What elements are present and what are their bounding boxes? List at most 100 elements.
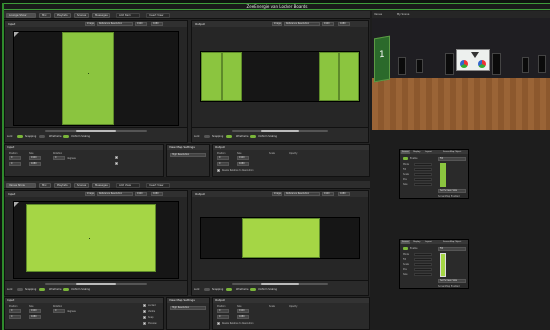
tab-screen[interactable]: Screen: [401, 240, 410, 244]
corner-handle-icon[interactable]: [14, 32, 19, 37]
tab-lounge-show[interactable]: Lounge Show: [6, 12, 36, 18]
tab-venue-show[interactable]: Venue Show: [6, 182, 36, 188]
fill-field[interactable]: [414, 258, 432, 261]
resolution-height-input[interactable]: 1080: [151, 22, 163, 26]
mode-field[interactable]: [414, 163, 432, 166]
position-field[interactable]: [414, 178, 432, 181]
width-input[interactable]: 1920: [237, 309, 249, 313]
rotation-input[interactable]: 0: [53, 156, 65, 160]
wireframe-toggle[interactable]: [63, 288, 69, 291]
scrollbar-thumb[interactable]: [260, 283, 300, 285]
lock-toggle[interactable]: [204, 288, 210, 291]
resolution-height-input[interactable]: 1080: [151, 192, 163, 196]
scrollbar-thumb[interactable]: [75, 130, 117, 132]
resolution-width-input[interactable]: 1920: [322, 22, 334, 26]
resize-checkbox[interactable]: [217, 169, 220, 172]
add-view-button[interactable]: Add View: [116, 182, 140, 188]
width-input[interactable]: 1920: [29, 156, 41, 160]
enable-switch[interactable]: [403, 157, 408, 160]
tab-scenes[interactable]: Scenes: [74, 182, 89, 188]
tab-messages[interactable]: Messages: [92, 12, 110, 18]
tab-playlists[interactable]: Playlists: [54, 182, 71, 188]
tab-mix[interactable]: Mix: [39, 12, 51, 18]
snapping-toggle[interactable]: [39, 135, 45, 138]
image-button[interactable]: Image: [272, 22, 282, 26]
resolution-height-input[interactable]: 1080: [338, 192, 350, 196]
position-y-input[interactable]: 0: [217, 162, 229, 166]
output-region-left-b[interactable]: [222, 52, 242, 101]
width-input[interactable]: 1920: [237, 156, 249, 160]
position-field[interactable]: [414, 268, 432, 271]
option-checkbox[interactable]: [115, 156, 118, 159]
output-region[interactable]: [242, 218, 320, 258]
tab-screen[interactable]: Screen: [401, 150, 410, 154]
tab-layout[interactable]: Layout: [424, 150, 433, 154]
snapping-toggle[interactable]: [226, 135, 232, 138]
option-checkbox[interactable]: [115, 162, 118, 165]
position-y-input[interactable]: 0: [217, 315, 229, 319]
output-region-left-a[interactable]: [201, 52, 222, 101]
input-region[interactable]: [62, 32, 114, 125]
insert-view-button[interactable]: Insert View: [146, 12, 170, 18]
position-x-input[interactable]: 0: [9, 156, 21, 160]
corner-handle-icon[interactable]: [14, 202, 19, 207]
set-screen-size-button[interactable]: Set Screen Size: [438, 279, 466, 283]
resolution-width-input[interactable]: 1920: [135, 22, 147, 26]
size-field[interactable]: [414, 183, 432, 186]
mode-field[interactable]: [414, 253, 432, 256]
resize-checkbox[interactable]: [217, 322, 220, 325]
image-button[interactable]: Image: [272, 192, 282, 196]
position-x-input[interactable]: 0: [9, 309, 21, 313]
scene-preview[interactable]: Venue My Scene 1: [372, 11, 550, 130]
scale-field[interactable]: [414, 263, 432, 266]
horizontal-scrollbar[interactable]: [45, 283, 147, 285]
locked-checkbox[interactable]: [143, 304, 146, 307]
fill-field[interactable]: [414, 168, 432, 171]
tab-layout[interactable]: Layout: [424, 240, 433, 244]
lock-toggle[interactable]: [17, 288, 23, 291]
size-field[interactable]: [414, 273, 432, 276]
position-x-input[interactable]: 0: [217, 309, 229, 313]
wireframe-toggle[interactable]: [250, 288, 256, 291]
position-y-input[interactable]: 0: [9, 315, 21, 319]
height-input[interactable]: 1080: [237, 315, 249, 319]
view-map-select[interactable]: High Resolution: [170, 153, 206, 157]
add-item-button[interactable]: Add Item: [116, 12, 140, 18]
tab-display[interactable]: Display: [412, 240, 421, 244]
output-region-right-b[interactable]: [339, 52, 359, 101]
tab-messages[interactable]: Messages: [92, 182, 110, 188]
preview-checkbox[interactable]: [143, 322, 146, 325]
mode-select[interactable]: Fill: [438, 247, 466, 251]
resolution-width-input[interactable]: 1920: [135, 192, 147, 196]
image-button[interactable]: Image: [85, 22, 95, 26]
height-input[interactable]: 1080: [29, 315, 41, 319]
height-input[interactable]: 1080: [237, 162, 249, 166]
mode-select[interactable]: Fill: [438, 157, 466, 161]
image-button[interactable]: Image: [85, 192, 95, 196]
horizontal-scrollbar[interactable]: [232, 283, 328, 285]
tab-mix[interactable]: Mix: [39, 182, 51, 188]
tab-playlists[interactable]: Playlists: [54, 12, 71, 18]
position-y-input[interactable]: 0: [9, 162, 21, 166]
resolution-width-input[interactable]: 1920: [322, 192, 334, 196]
horizontal-scrollbar[interactable]: [232, 130, 328, 132]
resolution-height-input[interactable]: 1080: [338, 22, 350, 26]
set-screen-size-button[interactable]: Set Screen Size: [438, 189, 466, 193]
output-region-right-a[interactable]: [319, 52, 339, 101]
snap-checkbox[interactable]: [143, 316, 146, 319]
width-input[interactable]: 1920: [29, 309, 41, 313]
input-region[interactable]: [26, 204, 156, 272]
scale-field[interactable]: [414, 173, 432, 176]
wireframe-toggle[interactable]: [63, 135, 69, 138]
visible-checkbox[interactable]: [143, 310, 146, 313]
view-map-select[interactable]: High Resolution: [170, 306, 206, 310]
tab-scenes[interactable]: Scenes: [74, 12, 89, 18]
wireframe-toggle[interactable]: [250, 135, 256, 138]
input-viewport[interactable]: [13, 31, 179, 126]
insert-view-button[interactable]: Insert View: [146, 182, 170, 188]
height-input[interactable]: 1080: [29, 162, 41, 166]
scrollbar-thumb[interactable]: [260, 130, 300, 132]
rotation-input[interactable]: 0: [53, 309, 65, 313]
position-x-input[interactable]: 0: [217, 156, 229, 160]
input-viewport[interactable]: [13, 201, 179, 279]
